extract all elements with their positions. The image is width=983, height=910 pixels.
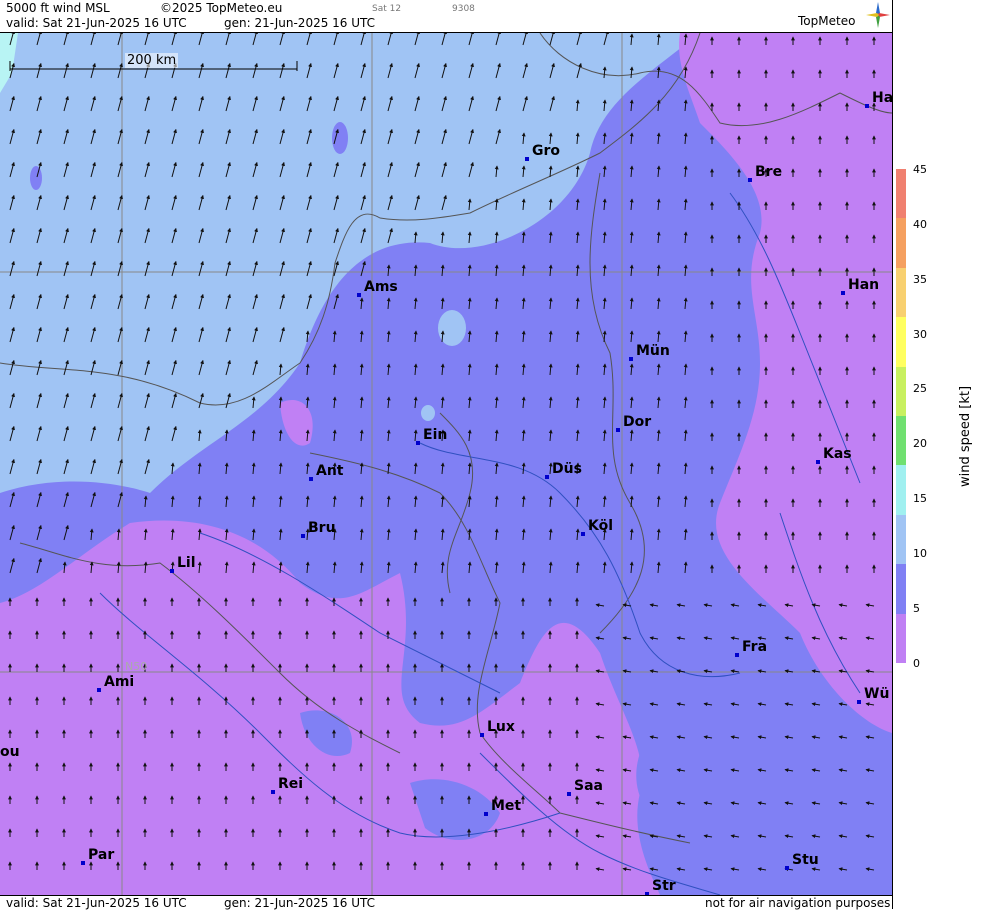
color-bar-segment	[896, 613, 906, 664]
city-label: ou	[0, 744, 20, 760]
legend-tick: 10	[913, 547, 927, 560]
product-title: 5000 ft wind MSL	[6, 1, 110, 15]
code-label: 9308	[452, 4, 475, 14]
valid-time: valid: Sat 21-Jun-2025 16 UTC	[6, 16, 187, 30]
city-label: Köl	[580, 518, 614, 536]
copyright: ©2025 TopMeteo.eu	[160, 1, 283, 15]
legend-tick: 25	[913, 382, 927, 395]
footer-generated-time: gen: 21-Jun-2025 16 UTC	[224, 896, 376, 910]
legend-title: wind speed [kt]	[958, 385, 973, 487]
legend-tick: 30	[913, 328, 927, 341]
generated-time: gen: 21-Jun-2025 16 UTC	[224, 16, 376, 30]
scale-bar-label: 200 km	[125, 53, 179, 68]
color-bar-segment	[896, 267, 906, 318]
color-bar-segment	[896, 465, 906, 516]
color-bar-segment	[896, 169, 906, 219]
legend-tick: 45	[913, 163, 927, 176]
city-label: Gro	[524, 143, 561, 161]
city-label: Kas	[816, 446, 852, 464]
city-label: Ami	[96, 674, 135, 692]
run-label: Sat 12	[372, 4, 402, 14]
brand-logo-text: TopMeteo	[798, 14, 856, 28]
city-label: Bre	[747, 164, 783, 182]
latitude-label: N50	[125, 660, 148, 673]
city-label: Han	[840, 277, 880, 295]
color-bar	[896, 169, 906, 664]
legend-tick: 15	[913, 492, 927, 505]
color-bar-segment	[896, 514, 906, 565]
map-footer: valid: Sat 21-Jun-2025 16 UTC gen: 21-Ju…	[0, 895, 892, 910]
city-label: Str	[645, 878, 676, 895]
city-label: Par	[80, 847, 115, 865]
disclaimer: not for air navigation purposes	[705, 896, 891, 910]
footer-valid-time: valid: Sat 21-Jun-2025 16 UTC	[6, 896, 187, 910]
city-label: Ha	[864, 90, 892, 108]
city-label: Ams	[357, 279, 398, 297]
city-label: Bru	[301, 520, 336, 538]
color-bar-segment	[896, 416, 906, 466]
city-label: Stu	[785, 852, 819, 870]
city-label: Rei	[270, 776, 304, 794]
city-label: Lux	[480, 719, 515, 737]
city-label: Saa	[567, 778, 603, 796]
map-canvas	[0, 33, 892, 895]
city-label: Dor	[615, 414, 652, 432]
legend-tick: 5	[913, 602, 920, 615]
city-label: Met	[483, 798, 522, 816]
legend-tick: 40	[913, 218, 927, 231]
city-label: Mün	[629, 343, 670, 361]
color-bar-segment	[896, 317, 906, 368]
color-bar-segment	[896, 366, 906, 417]
color-bar-segment	[896, 218, 906, 269]
legend-tick: 35	[913, 273, 927, 286]
city-label: Wü	[856, 686, 890, 704]
city-label: Düs	[545, 461, 582, 479]
legend-tick: 0	[913, 657, 920, 670]
city-label: Fra	[734, 639, 768, 657]
city-label: Ein	[415, 427, 448, 445]
wind-map[interactable]: 200 km N50 Ha Gro Bre Ams Han Mün Ein Do…	[0, 33, 892, 895]
map-header: 5000 ft wind MSL ©2025 TopMeteo.eu Sat 1…	[0, 0, 892, 33]
city-label: Ant	[309, 463, 344, 481]
compass-star-icon	[866, 2, 890, 28]
city-label: Lil	[170, 555, 196, 573]
legend-tick: 20	[913, 437, 927, 450]
color-bar-segment	[896, 564, 906, 615]
